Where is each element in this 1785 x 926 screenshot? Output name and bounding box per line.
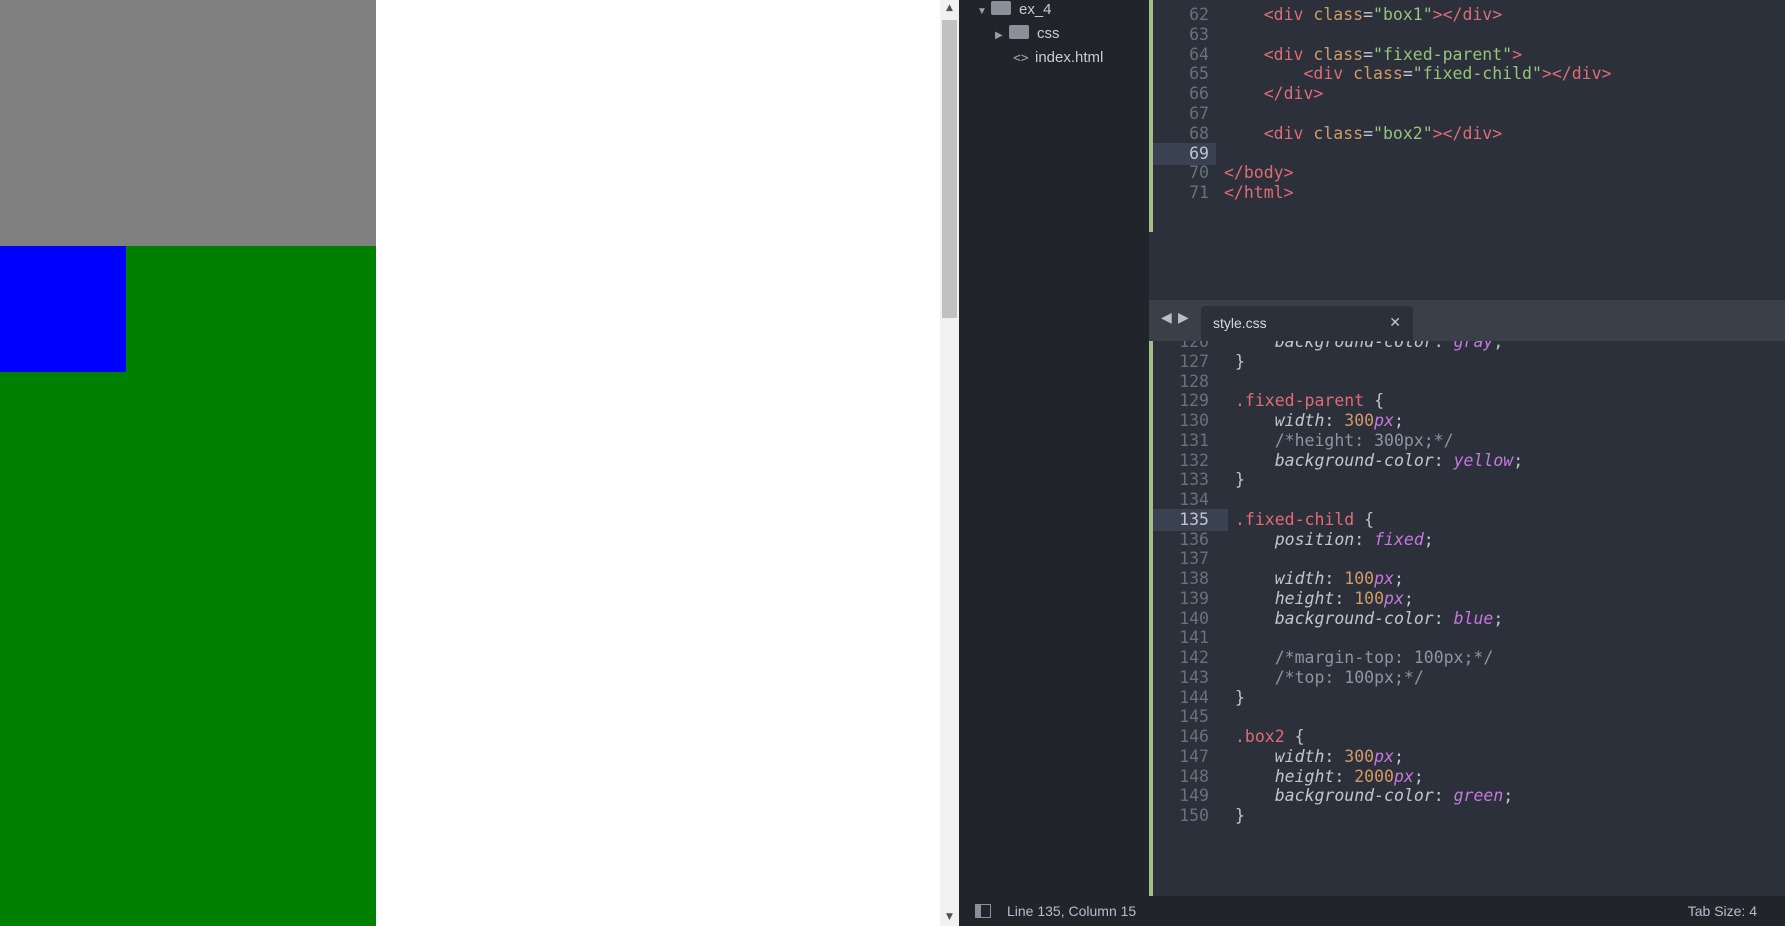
toggle-panel-icon[interactable] (975, 904, 991, 918)
tree-item-label: index.html (1035, 49, 1104, 66)
tree-item-index-html[interactable]: <> index.html (1013, 48, 1103, 72)
tree-item-label: css (1037, 25, 1060, 42)
code-text: } (1235, 806, 1245, 825)
tab-forward-icon[interactable]: ▶ (1178, 310, 1189, 326)
status-bar: Line 135, Column 15 Tab Size: 4 (959, 896, 1785, 926)
browser-preview (0, 0, 940, 926)
tree-item-ex4[interactable]: ▼ ex_4 (977, 0, 1052, 24)
editor-pane-html[interactable]: 62 <div class="box1"></div> 63 64 <div cla… (1149, 0, 1785, 300)
scroll-up-icon[interactable]: ▲ (940, 0, 959, 17)
collapse-toggle-icon[interactable]: ▶ (995, 26, 1009, 46)
browser-scrollbar[interactable]: ▲ ▼ (940, 0, 959, 926)
line-number: 150 (1179, 806, 1209, 825)
tab-back-icon[interactable]: ◀ (1161, 310, 1172, 326)
code-editor: ▼ ex_4 ▶ css <> index.html 62 <div class="b… (959, 0, 1785, 926)
tree-item-label: ex_4 (1019, 1, 1052, 18)
tab-style-css[interactable]: style.css ✕ (1201, 306, 1413, 341)
file-sidebar: ▼ ex_4 ▶ css <> index.html (959, 0, 1149, 896)
box1-gray (0, 0, 376, 246)
tab-bar: ◀ ▶ style.css ✕ (1149, 300, 1785, 341)
code-line[interactable]: 71 </html> (1149, 182, 1785, 205)
tab-size-indicator[interactable]: Tab Size: 4 (1688, 903, 1757, 919)
fixed-child-blue (0, 246, 126, 372)
folder-icon (1009, 25, 1029, 40)
editor-pane-css[interactable]: 126 background-color: gray; 127} 128 129 .fi… (1149, 341, 1785, 896)
scroll-down-icon[interactable]: ▼ (940, 909, 959, 926)
cursor-position[interactable]: Line 135, Column 15 (1007, 903, 1136, 919)
line-number: 71 (1189, 183, 1209, 203)
code-text: </html> (1224, 183, 1294, 203)
folder-open-icon (991, 1, 1011, 16)
tab-label: style.css (1213, 315, 1267, 331)
code-line[interactable]: 150} (1149, 805, 1785, 828)
expand-toggle-icon[interactable]: ▼ (977, 2, 991, 22)
close-icon[interactable]: ✕ (1389, 314, 1401, 331)
scrollbar-thumb[interactable] (942, 20, 957, 318)
code-file-icon: <> (1013, 51, 1029, 66)
tree-item-css[interactable]: ▶ css (995, 24, 1060, 48)
